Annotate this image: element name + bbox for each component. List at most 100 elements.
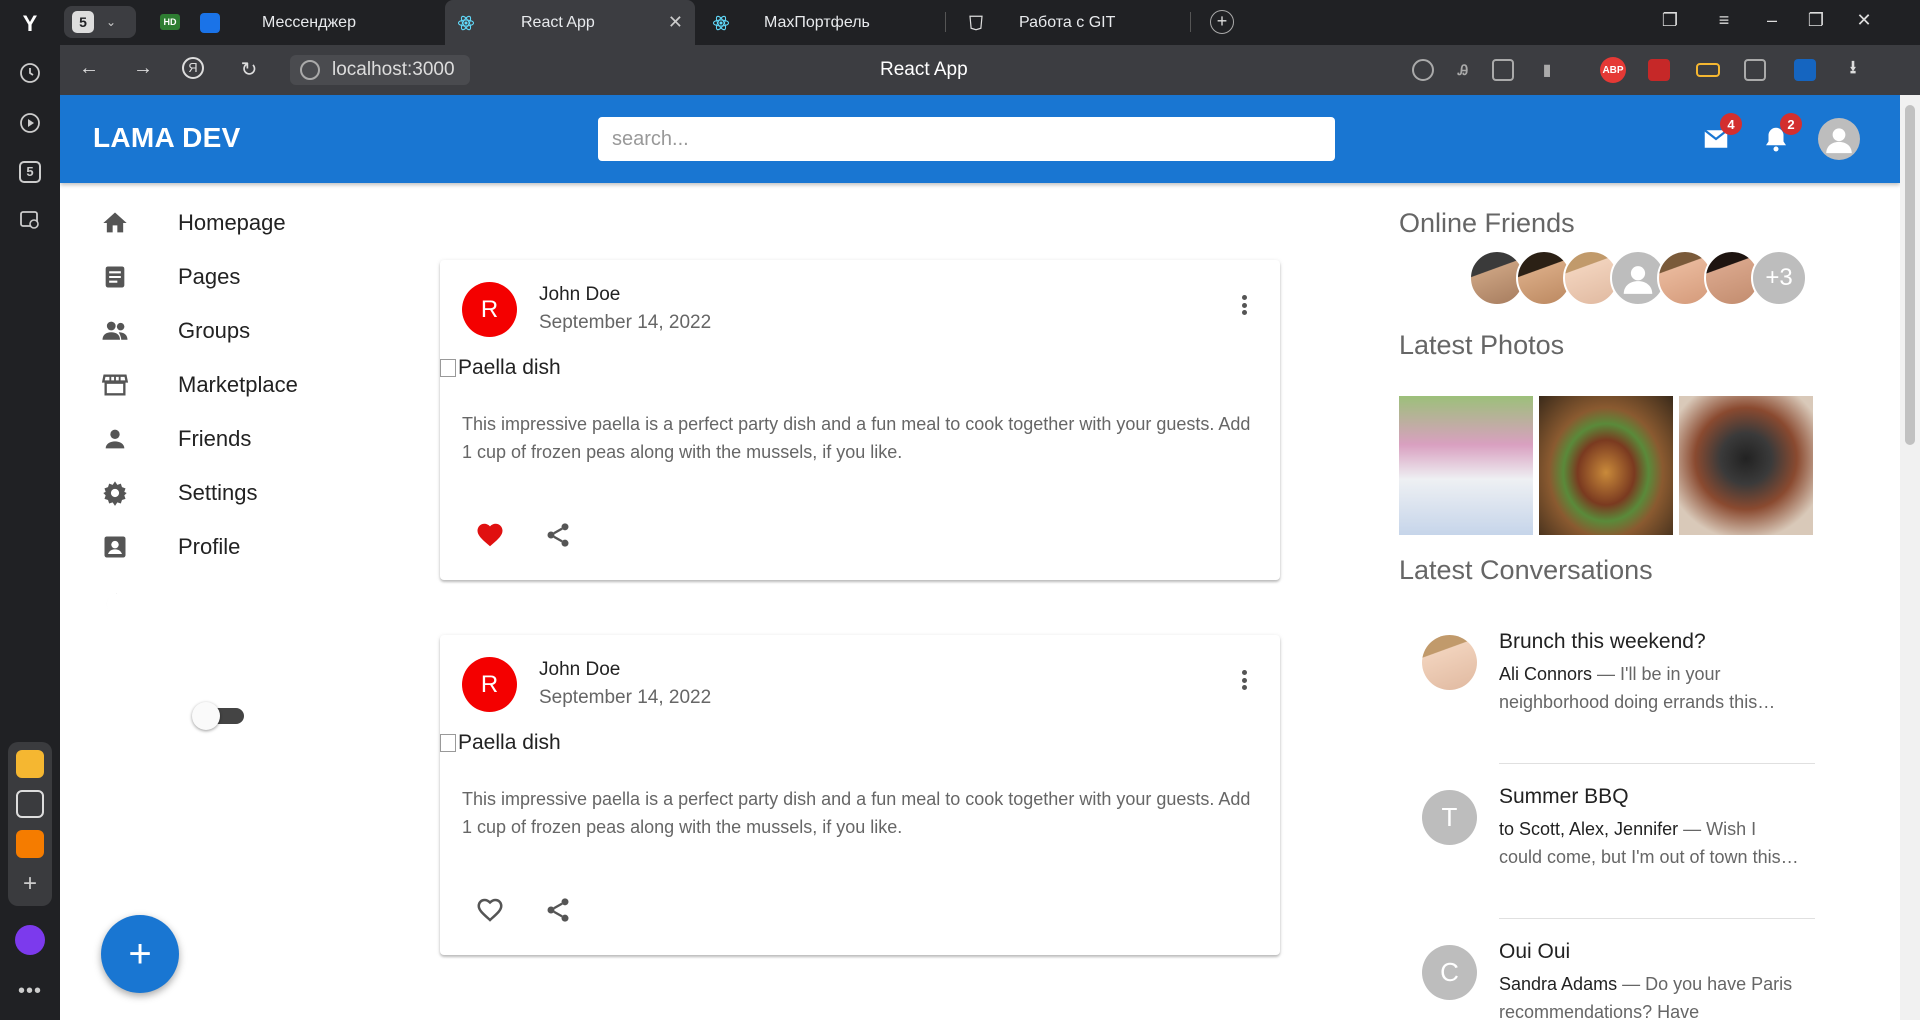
- translate-icon[interactable]: Ꭿ: [1452, 59, 1474, 81]
- tab-label: Мессенджер: [262, 13, 356, 31]
- reload-icon[interactable]: ↻: [236, 57, 262, 82]
- conversation-snippet: Ali Connors — I'll be in your neighborho…: [1499, 660, 1799, 716]
- sidebar-item-label: Pages: [178, 264, 241, 289]
- conversation-sender: to Scott, Alex, Jennifer: [1499, 819, 1679, 839]
- more-vert-icon[interactable]: [1232, 290, 1256, 320]
- adblock-icon[interactable]: ABP: [1600, 57, 1626, 83]
- sidebar-item-groups[interactable]: Groups: [100, 306, 400, 356]
- add-post-button[interactable]: +: [101, 915, 179, 993]
- tab-counter-value: 5: [72, 11, 94, 33]
- post-date: September 14, 2022: [539, 312, 712, 333]
- browser-logo[interactable]: Y: [16, 10, 44, 38]
- page-scrollbar[interactable]: [1900, 95, 1920, 1020]
- conversation-item[interactable]: Brunch this weekend? Ali Connors — I'll …: [1422, 630, 1822, 740]
- tab-divider: [1190, 12, 1191, 32]
- person-icon: [1826, 128, 1852, 154]
- post-avatar[interactable]: R: [462, 282, 517, 337]
- latest-conversations-title: Latest Conversations: [1399, 555, 1653, 585]
- chevron-down-icon: ⌄: [106, 15, 117, 29]
- url-field[interactable]: localhost:3000: [290, 55, 470, 85]
- react-icon: [457, 14, 475, 32]
- post-avatar[interactable]: R: [462, 657, 517, 712]
- post-author: John Doe: [539, 284, 621, 305]
- channel-five-icon[interactable]: 5: [15, 157, 45, 187]
- add-app-icon[interactable]: +: [16, 870, 44, 898]
- mail-button[interactable]: 4: [1696, 113, 1742, 159]
- translator-icon[interactable]: [1794, 59, 1816, 81]
- screenshot-icon[interactable]: [15, 205, 45, 235]
- more-icon[interactable]: •••: [18, 980, 42, 1003]
- photo-breakfast[interactable]: [1399, 396, 1533, 535]
- settings-icon: [100, 478, 130, 508]
- broken-image-icon: [440, 734, 456, 752]
- download-icon[interactable]: ⭳: [1842, 57, 1864, 81]
- conversation-avatar: T: [1422, 790, 1477, 845]
- sidebar-item-friends[interactable]: Friends: [100, 414, 400, 464]
- search-input[interactable]: [612, 127, 1335, 151]
- scrollbar-thumb[interactable]: [1905, 105, 1915, 445]
- copy-icon[interactable]: [1744, 59, 1766, 81]
- close-icon[interactable]: ✕: [668, 12, 683, 33]
- heart-filled-icon: [477, 523, 503, 547]
- conversation-title: Summer BBQ: [1499, 785, 1629, 808]
- tab-label: React App: [521, 13, 595, 31]
- battery-icon[interactable]: [1696, 63, 1720, 77]
- sidebar-item-homepage[interactable]: Homepage: [100, 198, 400, 248]
- play-icon[interactable]: [15, 108, 45, 138]
- html5-app-icon[interactable]: [16, 790, 44, 818]
- more-vert-icon[interactable]: [1232, 665, 1256, 695]
- tab-git[interactable]: Работа с GIT: [955, 0, 1205, 45]
- sidebar-item-settings[interactable]: Settings: [100, 468, 400, 518]
- zoom-icon[interactable]: [1412, 59, 1434, 81]
- pause-icon[interactable]: [200, 13, 220, 33]
- hd-icon[interactable]: HD: [160, 14, 180, 30]
- extension-icon[interactable]: [1648, 59, 1670, 81]
- browser-side-rail: Y 5 + •••: [0, 0, 60, 1020]
- tab-react-app[interactable]: React App ✕: [445, 0, 695, 45]
- post-actions: [470, 515, 606, 555]
- sidebar-item-profile[interactable]: Profile: [100, 522, 400, 572]
- like-button[interactable]: [470, 890, 510, 930]
- forward-icon[interactable]: →: [130, 57, 156, 80]
- post-image-alt: Paella dish: [458, 731, 561, 754]
- notifications-badge: 2: [1780, 113, 1802, 135]
- minimize-icon[interactable]: –: [1760, 10, 1784, 31]
- sidebar-item-pages[interactable]: Pages: [100, 252, 400, 302]
- tab-label: МахПортфель: [764, 13, 870, 31]
- bookmark-icon[interactable]: ▮: [1536, 59, 1558, 81]
- heart-outline-icon: [477, 898, 503, 922]
- yandex-icon[interactable]: Я: [182, 57, 208, 79]
- like-button[interactable]: [470, 515, 510, 555]
- tab-counter[interactable]: 5 ⌄: [64, 6, 136, 38]
- notes-app-icon[interactable]: [16, 750, 44, 778]
- search-box[interactable]: [598, 117, 1335, 161]
- photo-burger[interactable]: [1539, 396, 1673, 535]
- close-window-icon[interactable]: ✕: [1852, 10, 1876, 31]
- alice-assistant-icon[interactable]: [15, 925, 45, 955]
- online-friends-title: Online Friends: [1399, 208, 1575, 238]
- new-tab-button[interactable]: +: [1210, 10, 1234, 34]
- mail-app-icon[interactable]: [16, 830, 44, 858]
- post-text: This impressive paella is a perfect part…: [462, 789, 1251, 837]
- dark-mode-toggle[interactable]: [192, 702, 246, 730]
- storefront-icon: [100, 370, 130, 400]
- conversation-item[interactable]: T Summer BBQ to Scott, Alex, Jennifer — …: [1422, 785, 1822, 895]
- photo-camera[interactable]: [1679, 396, 1813, 535]
- post-image: Paella dish: [440, 731, 561, 755]
- back-icon[interactable]: ←: [76, 57, 102, 80]
- restore-icon[interactable]: ❐: [1804, 10, 1828, 31]
- more-friends-count[interactable]: +3: [1751, 250, 1807, 306]
- collections-icon[interactable]: ❐: [1658, 10, 1682, 31]
- share-button[interactable]: [538, 890, 578, 930]
- site-info-icon[interactable]: [300, 60, 320, 80]
- sidebar-item-marketplace[interactable]: Marketplace: [100, 360, 400, 410]
- tab-portfolio[interactable]: МахПортфель: [700, 0, 950, 45]
- reader-icon[interactable]: [1492, 59, 1514, 81]
- notifications-button[interactable]: 2: [1756, 113, 1802, 159]
- share-button[interactable]: [538, 515, 578, 555]
- conversation-item[interactable]: C Oui Oui Sandra Adams — Do you have Par…: [1422, 940, 1822, 1020]
- user-avatar[interactable]: [1818, 118, 1860, 160]
- brand-logo[interactable]: LAMA DEV: [93, 122, 241, 154]
- menu-icon[interactable]: ≡: [1712, 10, 1736, 31]
- history-icon[interactable]: [15, 58, 45, 88]
